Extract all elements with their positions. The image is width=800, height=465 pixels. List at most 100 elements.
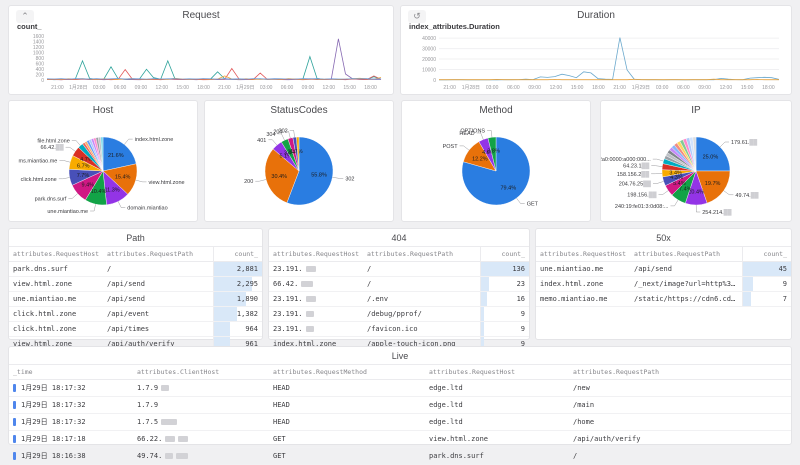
request-host-cell: 23.191. [269,307,363,322]
pie-slice-label: park.dns.surf [35,196,67,202]
pie-label-leader [651,173,662,174]
count-cell: 964 [214,322,263,337]
log-level-bar [13,435,16,443]
request-path-cell: /api/send [103,277,214,292]
pie-slice-label: 401 [257,138,266,144]
table-row[interactable]: memo.miantiao.me/static/https://cdn6.cdn… [536,292,791,307]
request-path-cell: /home [569,414,791,431]
table-row[interactable]: 23.191./136 [269,262,529,277]
redaction-box [161,385,169,391]
pie-slice-label: click.html.zone [21,177,57,183]
live-log-row[interactable]: 1月29日 18:17:321.7.9HEADedge.ltd/main [9,397,791,414]
x-tick-label: 18:00 [197,85,210,91]
time-cell: 1月29日 18:17:18 [9,431,133,448]
count-cell: 136 [481,262,530,277]
count-cell: 7 [743,292,792,307]
column-header[interactable]: attributes.RequestPath [103,247,214,262]
panel-title-duration: Duration [401,6,791,21]
table-row[interactable]: index.html.zone/_next/image?url=http%3A%… [536,277,791,292]
y-tick-label: 10000 [422,67,436,73]
live-log-row[interactable]: 1月29日 18:17:1866.22.GETview.html.zone/ap… [9,431,791,448]
panel-title-request: Request [9,6,393,21]
x-tick-label: 09:00 [528,85,541,91]
log-level-bar [13,452,16,460]
request-path-cell: / [569,448,791,465]
count-cell: 9 [743,277,792,292]
x-tick-label: 21:00 [218,85,231,91]
table-row[interactable]: click.html.zone/api/times964 [9,322,262,337]
column-header[interactable]: attributes.RequestPath [363,247,481,262]
panel-live: Live _timeattributes.ClientHostattribute… [8,346,792,445]
count-cell: 16 [481,292,530,307]
column-header[interactable]: attributes.RequestHost [9,247,103,262]
pie-label-leader [255,180,266,182]
log-level-bar [13,384,16,392]
request-host-cell: park.dns.surf [9,262,103,277]
column-header[interactable]: _time [9,365,133,380]
column-header[interactable]: attributes.RequestPath [569,365,791,380]
pie-slice-label: 158.156.2██ [617,171,649,178]
table-row[interactable]: 66.42./23 [269,277,529,292]
redaction-box [306,311,314,317]
pie-percent-label: 79.4% [500,185,516,191]
series-line [47,39,381,80]
count-cell: 45 [743,262,792,277]
request-path-cell: /favicon.ico [363,322,481,337]
x-tick-label: 21:00 [51,85,64,91]
live-log-row[interactable]: 1月29日 18:16:3849.74.GETpark.dns.surf/ [9,448,791,465]
column-header[interactable]: attributes.RequestHost [269,247,363,262]
table-row[interactable]: view.html.zone/api/send2,295 [9,277,262,292]
y-tick-label: 200 [36,72,45,78]
x-tick-label: 21:00 [443,85,456,91]
table-row[interactable]: 23.191./debug/pprof/9 [269,307,529,322]
x-tick-label: 06:00 [507,85,520,91]
table-row[interactable]: click.html.zone/api/event1,382 [9,307,262,322]
pie-label-leader [124,139,132,144]
x-tick-label: 15:00 [176,85,189,91]
panel-duration: ↺ Duration index_attributes.Duration 010… [400,5,792,95]
x-tick-label: 12:00 [720,85,733,91]
x-tick-label: 12:00 [323,85,336,91]
pie-label-leader [66,147,76,151]
pie-percent-label: 55.8% [311,173,327,179]
column-header[interactable]: count_ [743,247,792,262]
live-log-row[interactable]: 1月29日 18:17:321.7.9HEADedge.ltd/new [9,380,791,397]
column-header[interactable]: attributes.RequestHost [425,365,569,380]
table-title-404: 404 [269,229,529,246]
time-cell: 1月29日 18:17:32 [9,414,133,431]
request-host-cell: view.html.zone [9,277,103,292]
table-row[interactable]: une.miantiao.me/api/send1,890 [9,292,262,307]
request-method-cell: GET [269,431,425,448]
column-header[interactable]: count_ [481,247,530,262]
count-cell: 1,890 [214,292,263,307]
table-row[interactable]: 23.191./.env16 [269,292,529,307]
pie-slice-label: index.html.zone [135,137,174,143]
series-line [47,69,381,80]
x-tick-label: 1月28日 [462,85,480,91]
pie-label-leader [696,205,700,212]
x-tick-label: 09:00 [135,85,148,91]
pie-slice-label: 2a0:0000:a000:000... [601,157,651,163]
time-cell: 1月29日 18:17:32 [9,380,133,397]
x-tick-label: 15:00 [741,85,754,91]
table-row[interactable]: park.dns.surf/2,881 [9,262,262,277]
ip-pie-chart: 179.61.██25.0%49.74.██19.7%254.214.██10.… [601,119,791,219]
column-header[interactable]: attributes.RequestHost [536,247,630,262]
column-header[interactable]: count_ [214,247,263,262]
pie-slice-label: une.miantiao.me [47,209,88,215]
pie-label-leader [487,130,492,137]
pie-label-leader [290,130,295,137]
pie-label-leader [72,140,81,145]
x-tick-label: 1月29日 [632,85,650,91]
column-header[interactable]: attributes.ClientHost [133,365,269,380]
pie-label-leader [268,140,277,145]
pie-percent-label: 3.8% [487,149,500,155]
x-tick-label: 12:00 [550,85,563,91]
table-row[interactable]: 23.191./favicon.ico9 [269,322,529,337]
series-line [47,57,381,80]
column-header[interactable]: attributes.RequestPath [630,247,743,262]
live-log-row[interactable]: 1月29日 18:17:321.7.5HEADedge.ltd/home [9,414,791,431]
pie-percent-label: 11.3% [104,187,119,193]
column-header[interactable]: attributes.RequestMethod [269,365,425,380]
table-row[interactable]: une.miantiao.me/api/send45 [536,262,791,277]
